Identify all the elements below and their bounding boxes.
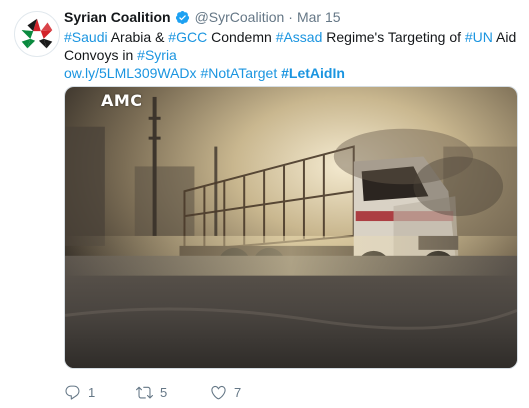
text-segment: Aid <box>492 29 517 45</box>
link-url[interactable]: ow.ly/5LML309WADx <box>64 65 197 81</box>
tweet-media-photo[interactable]: AMC <box>64 86 518 369</box>
text-segment: Arabia & <box>107 29 169 45</box>
media-watermark: AMC <box>101 91 143 110</box>
avatar[interactable] <box>14 11 60 57</box>
tweet-actions: 1 5 7 <box>64 381 270 403</box>
verified-badge-icon <box>175 10 190 25</box>
hashtag-syria[interactable]: #Syria <box>137 47 177 63</box>
burned-truck-photo <box>65 87 517 368</box>
tweet-text-line-2: Convoys in #Syria <box>64 46 514 64</box>
hashtag-gcc[interactable]: #GCC <box>168 29 207 45</box>
syrian-coalition-logo-icon <box>15 12 59 56</box>
reply-count: 1 <box>88 384 96 400</box>
tweet-date[interactable]: Mar 15 <box>297 9 341 25</box>
text-segment: Condemn <box>207 29 276 45</box>
tweet-text-line-3: ow.ly/5LML309WADx #NotATarget #LetAidIn <box>64 64 514 82</box>
user-handle[interactable]: @SyrCoalition <box>195 9 285 25</box>
like-button[interactable]: 7 <box>210 384 270 401</box>
hashtag-saudi[interactable]: #Saudi <box>64 29 108 45</box>
hashtag-un[interactable]: #UN <box>465 29 493 45</box>
heart-icon <box>211 385 226 399</box>
retweet-icon <box>136 386 153 398</box>
tweet-text-line-1: #Saudi Arabia & #GCC Condemn #Assad Regi… <box>64 28 517 46</box>
hashtag-assad[interactable]: #Assad <box>276 29 323 45</box>
hashtag-letaidin[interactable]: #LetAidIn <box>281 65 345 81</box>
text-segment: Regime's Targeting of <box>322 29 465 45</box>
retweet-count: 5 <box>160 384 168 400</box>
reply-icon <box>65 385 80 400</box>
text-segment: Convoys in <box>64 47 138 63</box>
tweet-header: Syrian Coalition @SyrCoalition · Mar 15 <box>64 6 521 28</box>
tweet-card[interactable]: Syrian Coalition @SyrCoalition · Mar 15 … <box>0 0 529 408</box>
reply-button[interactable]: 1 <box>64 384 136 401</box>
display-name[interactable]: Syrian Coalition <box>64 9 171 25</box>
separator-dot: · <box>288 9 293 25</box>
like-count: 7 <box>234 384 242 400</box>
hashtag-notatarget[interactable]: #NotATarget <box>200 65 277 81</box>
tweet-text: #Saudi Arabia & #GCC Condemn #Assad Regi… <box>64 28 517 82</box>
retweet-button[interactable]: 5 <box>136 384 210 401</box>
